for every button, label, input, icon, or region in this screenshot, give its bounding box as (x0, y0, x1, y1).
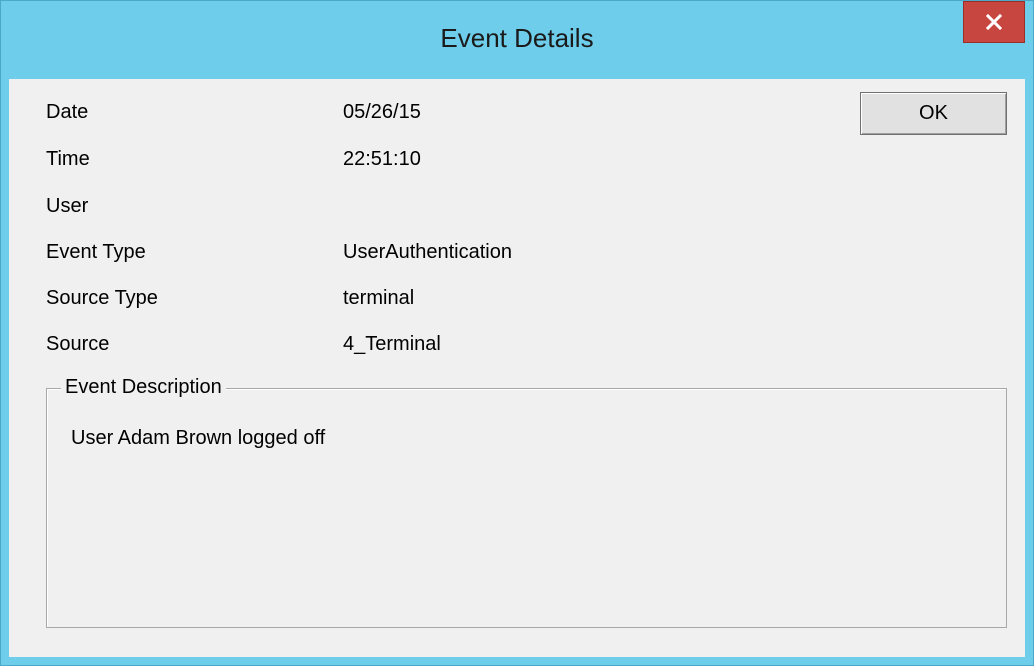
event-description-group: Event Description User Adam Brown logged… (46, 376, 1007, 628)
date-label: Date (46, 101, 89, 123)
event-type-label: Event Type (46, 241, 146, 263)
source-type-value: terminal (343, 287, 415, 309)
event-description-legend: Event Description (61, 376, 226, 399)
source-label: Source (46, 333, 110, 355)
time-value: 22:51:10 (343, 148, 421, 170)
ok-button[interactable]: OK (860, 92, 1007, 135)
user-label: User (46, 195, 89, 217)
source-value: 4_Terminal (343, 333, 441, 355)
close-button[interactable] (963, 1, 1025, 43)
close-x-icon (986, 14, 1002, 30)
title-bar[interactable]: Event Details (1, 1, 1033, 79)
time-label: Time (46, 148, 90, 170)
date-value: 05/26/15 (343, 101, 421, 123)
event-type-value: UserAuthentication (343, 241, 512, 263)
dialog-client-area: Date 05/26/15 Time 22:51:10 User Event T… (9, 79, 1025, 657)
source-type-label: Source Type (46, 287, 158, 309)
event-details-window: Event Details Date 05/26/15 Time 22:51:1… (0, 0, 1034, 666)
window-title: Event Details (440, 23, 594, 53)
event-description-text: User Adam Brown logged off (71, 427, 326, 449)
